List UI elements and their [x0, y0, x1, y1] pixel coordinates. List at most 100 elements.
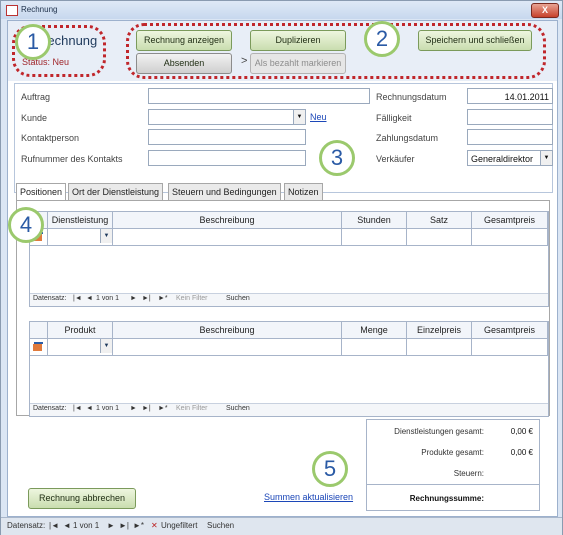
- next-record-icon[interactable]: ►: [130, 295, 137, 302]
- form-header: Rechnung Status: Neu Rechnung anzeigen D…: [8, 21, 557, 81]
- prev-record-icon[interactable]: ◄: [86, 405, 93, 412]
- new-record-nav-icon[interactable]: ►*: [158, 405, 168, 412]
- record-position[interactable]: 1 von 1: [96, 405, 119, 412]
- record-label: Datensatz:: [7, 521, 46, 530]
- title-bar: Rechnung X: [1, 1, 562, 19]
- products-grid: Produkt Beschreibung Menge Einzelpreis G…: [29, 321, 549, 417]
- contact-label: Kontaktperson: [21, 133, 80, 143]
- next-record-icon[interactable]: ►: [130, 405, 137, 412]
- chevron-down-icon[interactable]: ▼: [100, 339, 112, 353]
- filter-status[interactable]: Kein Filter: [176, 295, 208, 302]
- prev-record-icon[interactable]: ◄: [86, 295, 93, 302]
- first-record-icon[interactable]: |◄: [73, 295, 82, 302]
- first-record-icon[interactable]: |◄: [73, 405, 82, 412]
- salesperson-value: Generaldirektor: [471, 154, 534, 164]
- prev-record-icon[interactable]: ◄: [63, 521, 71, 530]
- new-record-glyph: [33, 342, 43, 351]
- filter-status[interactable]: Kein Filter: [176, 405, 208, 412]
- column-header[interactable]: Stunden: [342, 212, 407, 229]
- column-header[interactable]: Beschreibung: [113, 212, 342, 229]
- last-record-icon[interactable]: ►|: [142, 405, 151, 412]
- filter-status[interactable]: Ungefiltert: [161, 521, 197, 530]
- contact-phone-label: Rufnummer des Kontakts: [21, 154, 123, 164]
- salesperson-combobox[interactable]: Generaldirektor ▼: [467, 150, 553, 166]
- row-selector-header: [30, 322, 48, 339]
- form-icon: [6, 5, 18, 16]
- record-position[interactable]: 1 von 1: [96, 295, 119, 302]
- contact-input[interactable]: [148, 129, 306, 145]
- form-body: Rechnung Status: Neu Rechnung anzeigen D…: [7, 20, 558, 517]
- column-header[interactable]: Produkt: [48, 322, 113, 339]
- column-header[interactable]: Menge: [342, 322, 407, 339]
- positions-panel: Dienstleistung Beschreibung Stunden Satz…: [16, 200, 550, 417]
- column-header[interactable]: Beschreibung: [113, 322, 342, 339]
- new-customer-link[interactable]: Neu: [310, 112, 327, 122]
- quantity-cell[interactable]: [342, 339, 407, 356]
- services-total-value: 0,00 €: [510, 427, 533, 436]
- tab-service-location[interactable]: Ort der Dienstleistung: [68, 183, 164, 201]
- record-position[interactable]: 1 von 1: [73, 521, 99, 530]
- customer-combobox[interactable]: ▼: [148, 109, 306, 125]
- callout-2-marker: 2: [364, 21, 400, 57]
- total-price-cell[interactable]: [472, 339, 548, 356]
- callout-5-marker: 5: [312, 451, 348, 487]
- new-record-nav-icon[interactable]: ►*: [158, 295, 168, 302]
- service-description-cell[interactable]: [113, 229, 342, 246]
- close-button[interactable]: X: [531, 3, 559, 18]
- rate-cell[interactable]: [407, 229, 472, 246]
- service-combobox[interactable]: ▼: [48, 229, 113, 246]
- contact-phone-input[interactable]: [148, 150, 306, 166]
- callout-2-oval: [126, 23, 546, 79]
- invoice-fields: Auftrag Kunde ▼ Neu Kontaktperson Rufnum…: [14, 83, 553, 193]
- search-box[interactable]: Suchen: [226, 295, 250, 302]
- total-price-cell[interactable]: [472, 229, 548, 246]
- payment-date-label: Zahlungsdatum: [376, 133, 439, 143]
- due-date-label: Fälligkeit: [376, 113, 412, 123]
- invoice-window: Rechnung X Rechnung Status: Neu Rechnung…: [0, 0, 563, 535]
- search-box[interactable]: Suchen: [207, 521, 234, 530]
- chevron-down-icon[interactable]: ▼: [100, 229, 112, 243]
- invoice-date-input[interactable]: 14.01.2011: [467, 88, 553, 104]
- record-navigation-bar: Datensatz: |◄ ◄ 1 von 1 ► ►| ►* ✕ Ungefi…: [1, 517, 562, 535]
- last-record-icon[interactable]: ►|: [142, 295, 151, 302]
- products-total-label: Produkte gesamt:: [421, 448, 484, 457]
- invoice-date-label: Rechnungsdatum: [376, 92, 447, 102]
- cancel-invoice-button[interactable]: Rechnung abbrechen: [28, 488, 136, 509]
- column-header[interactable]: Satz: [407, 212, 472, 229]
- record-label: Datensatz:: [33, 405, 67, 412]
- search-box[interactable]: Suchen: [226, 405, 250, 412]
- first-record-icon[interactable]: |◄: [49, 521, 59, 530]
- tax-label: Steuern:: [453, 469, 484, 478]
- unit-price-cell[interactable]: [407, 339, 472, 356]
- next-record-icon[interactable]: ►: [107, 521, 115, 530]
- product-description-cell[interactable]: [113, 339, 342, 356]
- column-header[interactable]: Gesamtpreis: [472, 322, 548, 339]
- product-combobox[interactable]: ▼: [48, 339, 113, 356]
- products-total-value: 0,00 €: [510, 448, 533, 457]
- tab-taxes-terms[interactable]: Steuern und Bedingungen: [168, 183, 281, 201]
- services-total-label: Dienstleistungen gesamt:: [394, 427, 484, 436]
- new-record-icon[interactable]: [30, 339, 48, 356]
- callout-1-marker: 1: [15, 24, 51, 60]
- tab-notes[interactable]: Notizen: [284, 183, 323, 201]
- totals-box: Dienstleistungen gesamt: 0,00 € Produkte…: [366, 419, 540, 511]
- last-record-icon[interactable]: ►|: [119, 521, 129, 530]
- column-header[interactable]: Einzelpreis: [407, 322, 472, 339]
- salesperson-label: Verkäufer: [376, 154, 415, 164]
- column-header[interactable]: Gesamtpreis: [472, 212, 548, 229]
- products-record-navigator: Datensatz: |◄ ◄ 1 von 1 ► ►| ►* Kein Fil…: [30, 403, 548, 416]
- window-title: Rechnung: [21, 5, 58, 14]
- record-label: Datensatz:: [33, 295, 67, 302]
- hours-cell[interactable]: [342, 229, 407, 246]
- order-input[interactable]: [148, 88, 370, 104]
- new-record-nav-icon[interactable]: ►*: [133, 521, 144, 530]
- chevron-down-icon[interactable]: ▼: [293, 110, 305, 124]
- payment-date-input[interactable]: [467, 129, 553, 145]
- totals-divider: [367, 484, 539, 485]
- due-date-input[interactable]: [467, 109, 553, 125]
- update-totals-link[interactable]: Summen aktualisieren: [264, 492, 353, 502]
- filter-icon: ✕: [151, 521, 158, 530]
- chevron-down-icon[interactable]: ▼: [540, 151, 552, 165]
- services-grid: Dienstleistung Beschreibung Stunden Satz…: [29, 211, 549, 307]
- column-header[interactable]: Dienstleistung: [48, 212, 113, 229]
